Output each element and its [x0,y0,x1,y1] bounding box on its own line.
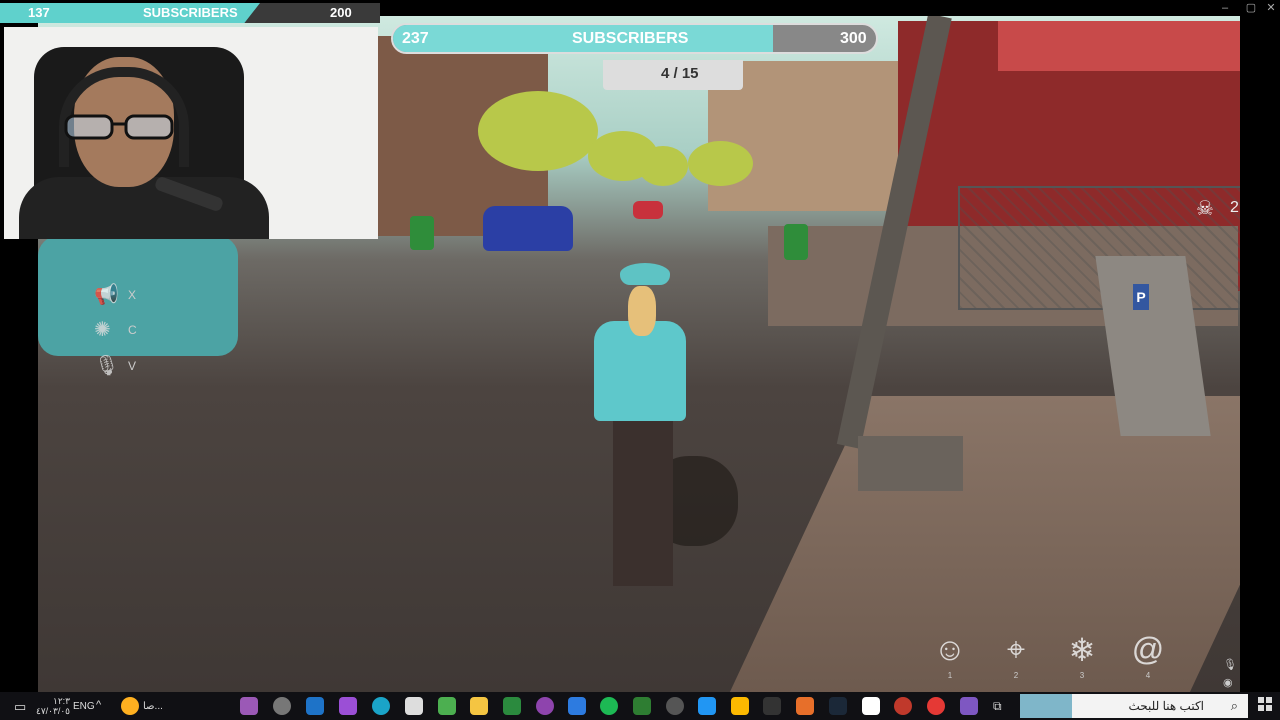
app-icon[interactable] [698,697,716,715]
subscriber-goal: 300 [840,30,867,47]
maximize-icon[interactable]: ▢ [1240,0,1262,16]
tray-app-icon[interactable] [121,697,139,715]
building-red-roof [998,21,1240,71]
player-hair [628,286,656,336]
red-car [633,201,663,219]
subscriber-label: SUBSCRIBERS [572,30,689,47]
street-pole-base [858,436,963,491]
pinned-app-label[interactable]: صا... [143,701,163,712]
player-torso [594,321,686,421]
megaphone-icon: 📢 [94,284,119,306]
objective-tracker: 4 / 15 [603,60,743,90]
app-icon[interactable] [894,697,912,715]
side-key-c: C [128,323,137,337]
rockstar-icon[interactable] [731,697,749,715]
app-icon[interactable] [960,697,978,715]
outlook-icon[interactable] [568,697,586,715]
app-icon[interactable] [405,697,423,715]
mic-status-icon: 🎙 [1223,659,1237,671]
webcam-overlay [4,27,378,239]
search-placeholder: اكتب هنا للبحث [1128,699,1204,713]
file-explorer-icon[interactable] [470,697,488,715]
microphone-icon: 🎙 [94,355,120,377]
app-icon[interactable] [862,697,880,715]
spiral-icon[interactable]: @ [1128,631,1168,671]
notifications-icon[interactable]: ▭ [14,699,26,715]
snowflake-icon[interactable]: ❄ [1062,631,1102,671]
app-icon[interactable] [666,697,684,715]
steam-icon[interactable] [829,697,847,715]
glasses-icon [64,114,174,140]
spotify-icon[interactable] [600,697,618,715]
trash-bin [410,216,434,250]
ability-slot-3: 3 [1079,671,1085,680]
tray-expand-icon[interactable]: ^ [96,699,101,711]
ability-slot-4: 4 [1145,671,1151,680]
side-key-v: V [128,359,137,373]
skull-count: 2 [1230,199,1239,216]
subscriber-current: 137 [28,5,50,20]
search-icon: ⌕ [1230,698,1238,713]
ability-slot-2: 2 [1013,671,1019,680]
app-icon[interactable] [240,697,258,715]
objective-count: 4 / 15 [661,65,699,82]
windows-start-icon[interactable] [1258,697,1272,711]
app-icon[interactable] [536,697,554,715]
parking-sign: P [1133,284,1149,310]
tree [638,146,688,186]
subscriber-goal-bar-small: 137 SUBSCRIBERS 200 [0,3,380,23]
app-icon[interactable] [273,697,291,715]
clock-time: ١٢:٣ [52,696,70,706]
clock-date: ٤٧/٠٣/٠٥ [36,706,71,716]
app-icon[interactable] [503,697,521,715]
police-car [483,206,573,251]
epic-games-icon[interactable] [763,697,781,715]
side-key-x: X [128,288,137,302]
theater-masks-icon[interactable]: ☺ [930,631,970,671]
task-view-icon[interactable]: ⧉ [993,699,1002,714]
outlook-icon[interactable] [306,697,324,715]
subscriber-label: SUBSCRIBERS [143,5,238,20]
clock[interactable]: ١٢:٣ ٤٧/٠٣/٠٥ [36,696,70,716]
record-status-icon: ◉ [1223,677,1233,689]
fart-icon: ✺ [94,319,111,341]
search-highlight-image [1020,694,1072,718]
edge-icon[interactable] [372,697,390,715]
ability-slot-1: 1 [947,671,953,680]
trash-bin [784,224,808,260]
tree [478,91,598,171]
tree [688,141,753,186]
minimize-icon[interactable]: – [1214,0,1236,16]
language-indicator[interactable]: ENG [73,701,95,712]
subscriber-current: 237 [402,30,429,47]
skull-icon: ☠ [1196,198,1214,220]
close-icon[interactable]: ✕ [1260,0,1280,16]
chrome-icon[interactable] [927,697,945,715]
crosshair-icon[interactable]: ⌖ [996,631,1036,671]
taskbar-search-box[interactable]: اكتب هنا للبحث ⌕ [1072,694,1248,718]
subscriber-goal: 200 [330,5,352,20]
xbox-icon[interactable] [633,697,651,715]
app-icon[interactable] [339,697,357,715]
teal-car [38,236,238,356]
app-icon[interactable] [438,697,456,715]
streamer-shirt [19,177,269,239]
player-hat [620,263,670,285]
subscriber-goal-bar-large: 237 SUBSCRIBERS 300 [391,23,878,54]
app-icon[interactable] [796,697,814,715]
player-legs [613,416,673,586]
